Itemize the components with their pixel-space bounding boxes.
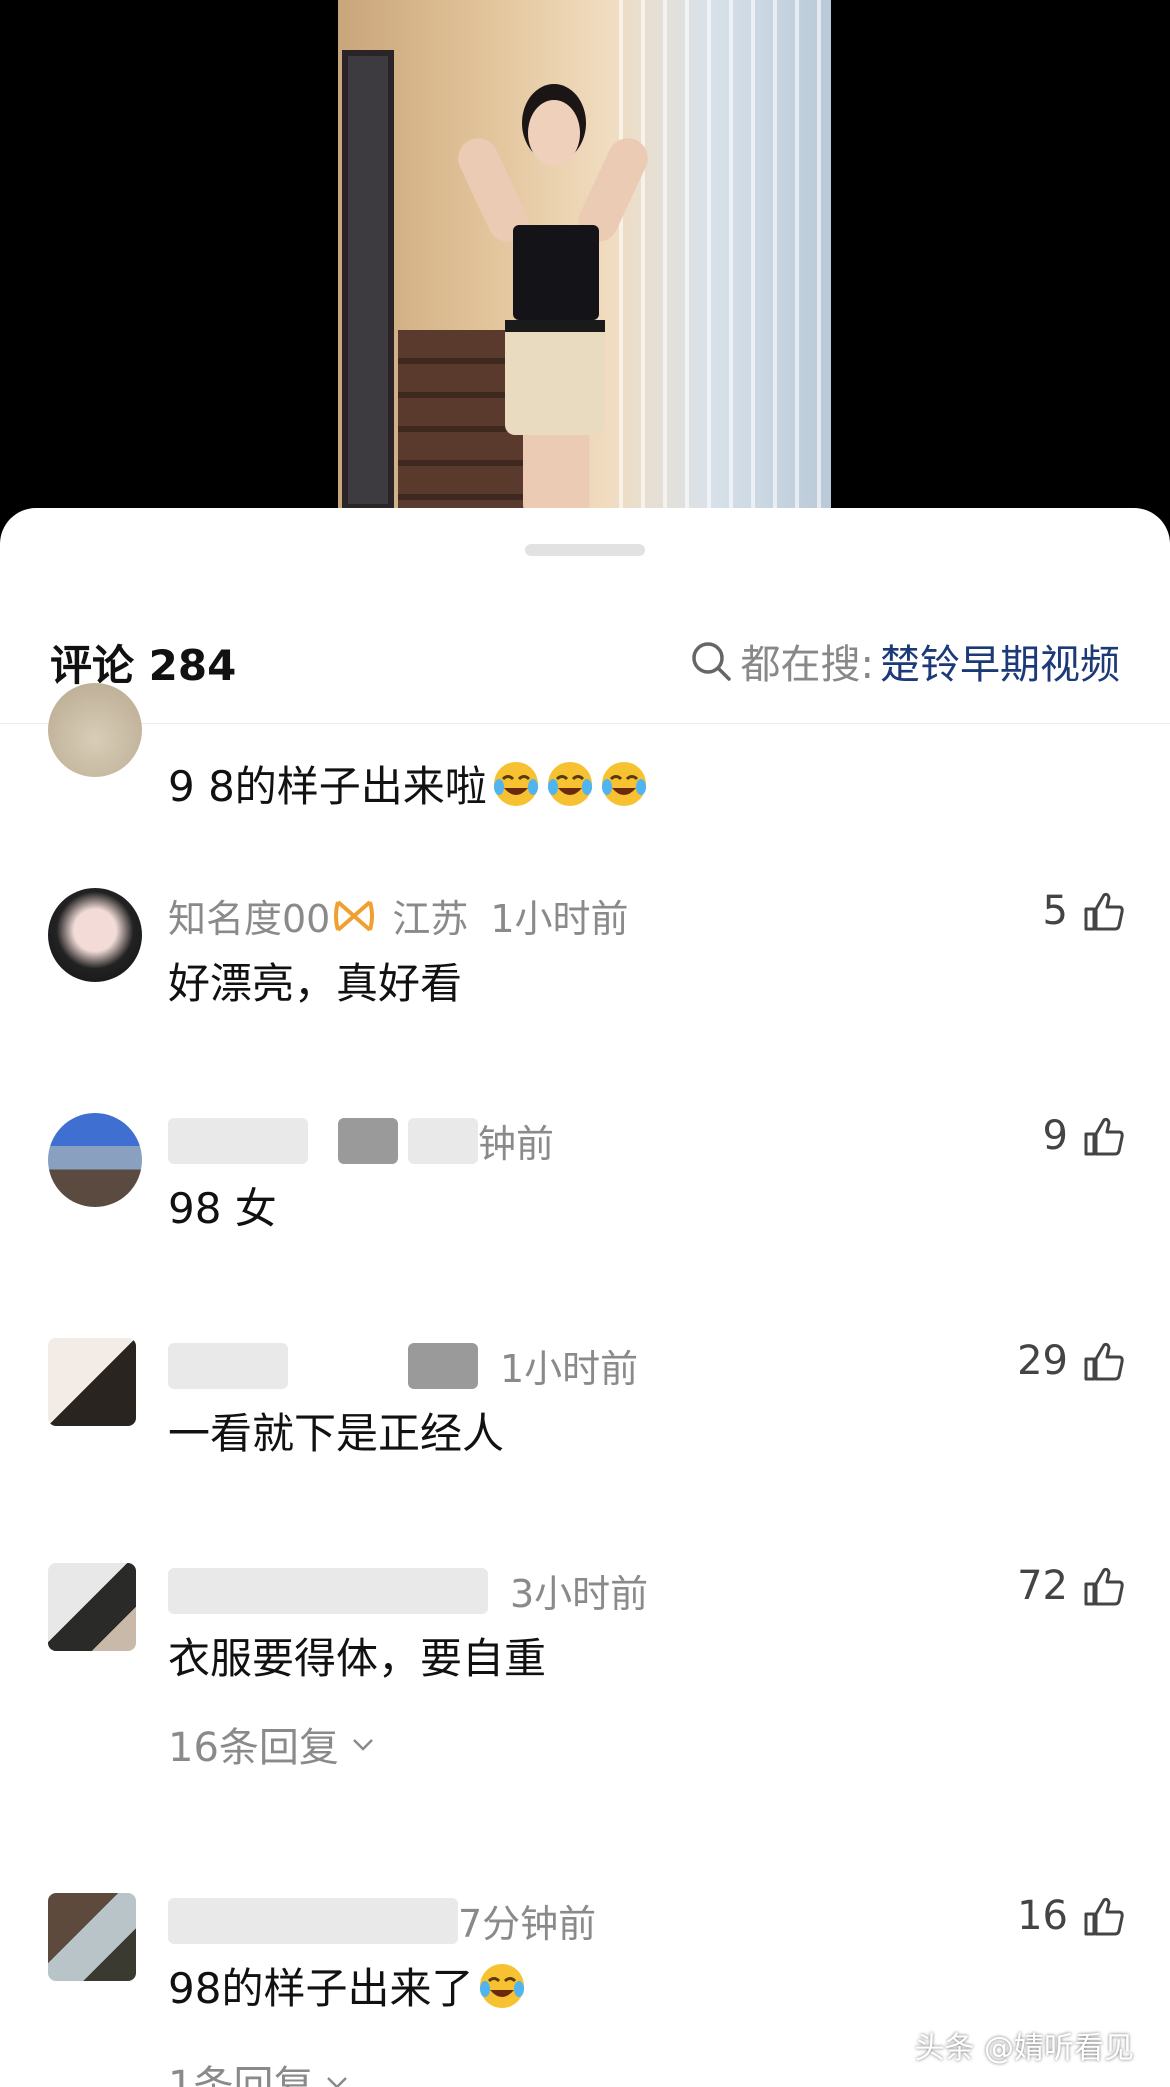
search-icon <box>691 642 731 681</box>
hot-search[interactable]: 都在搜: 楚铃早期视频 <box>689 632 1120 690</box>
comment-meta: 钟前 <box>168 1113 554 1168</box>
search-prefix: 都在搜: <box>740 642 874 688</box>
comment-text: 98 女 <box>168 1184 277 1233</box>
watermark: 头条 @婧听看见 <box>914 2031 1134 2066</box>
comment-text: 9 8的样子出来啦 <box>168 753 649 814</box>
laughing-crying-emoji-icon <box>480 1963 525 2008</box>
redacted-info <box>408 1117 478 1164</box>
comment-count-title: 评论 284 <box>50 641 237 690</box>
avatar[interactable] <box>48 683 142 777</box>
timestamp: 1小时前 <box>500 1347 639 1391</box>
like-count: 5 <box>1042 888 1068 934</box>
like-button[interactable]: 16 <box>1017 1893 1126 1939</box>
redacted-info <box>408 1342 478 1389</box>
redacted-username <box>168 1567 488 1614</box>
comment-meta: 1小时前 <box>168 1338 638 1393</box>
thumbs-up-icon <box>1084 1567 1124 1606</box>
avatar[interactable] <box>48 888 142 982</box>
avatar[interactable] <box>48 1893 136 1981</box>
like-count: 9 <box>1042 1113 1068 1159</box>
comment-text: 衣服要得体，要自重 <box>168 1634 547 1683</box>
timestamp: 3小时前 <box>510 1572 649 1616</box>
comment-text: 一看就下是正经人 <box>168 1409 505 1458</box>
comment-header: 评论 284 都在搜: 楚铃早期视频 <box>0 508 1170 724</box>
comment-meta: 7分钟前 <box>168 1893 596 1948</box>
comment-meta: 知名度00 江苏 1小时前 <box>168 888 629 943</box>
timestamp: 7分钟前 <box>458 1902 597 1946</box>
chevron-down-icon <box>353 1739 373 1751</box>
thumbs-up-icon <box>1084 1342 1124 1381</box>
comment-sheet: 评论 284 都在搜: 楚铃早期视频 9 8的样子出来啦 知名度00 江苏 1小… <box>0 508 1170 2087</box>
redacted-username <box>168 1897 458 1944</box>
view-replies-button[interactable]: 16条回复 <box>168 1715 377 1773</box>
redacted-info <box>338 1117 398 1164</box>
timestamp: 1小时前 <box>490 897 629 941</box>
video-player[interactable] <box>0 0 1170 520</box>
redacted-username <box>168 1117 308 1164</box>
location: 江苏 <box>392 897 469 941</box>
avatar[interactable] <box>48 1113 142 1207</box>
video-frame <box>338 0 831 510</box>
chevron-down-icon <box>327 2077 348 2087</box>
thumbs-up-icon <box>1084 1117 1124 1156</box>
avatar[interactable] <box>48 1563 136 1651</box>
timestamp: 钟前 <box>478 1122 555 1166</box>
search-keyword[interactable]: 楚铃早期视频 <box>880 632 1120 690</box>
thumbs-up-icon <box>1084 1897 1124 1936</box>
comment-text: 98的样子出来了 <box>168 1955 527 2016</box>
comment-text: 好漂亮，真好看 <box>168 959 463 1008</box>
username[interactable]: 知名度00 <box>168 888 330 943</box>
redacted-username <box>168 1342 288 1389</box>
comment-meta: 3小时前 <box>168 1563 648 1618</box>
like-count: 29 <box>1017 1338 1068 1384</box>
laughing-crying-emoji-icon <box>493 761 538 806</box>
like-button[interactable]: 5 <box>1043 888 1126 934</box>
view-replies-button[interactable]: 1条回复 <box>168 2053 351 2087</box>
laughing-crying-emoji-icon <box>601 761 646 806</box>
like-button[interactable]: 9 <box>1043 1113 1126 1159</box>
fan-badge-icon <box>334 899 375 932</box>
like-count: 16 <box>1017 1893 1068 1939</box>
like-button[interactable]: 72 <box>1017 1563 1126 1609</box>
thumbs-up-icon <box>1084 892 1124 931</box>
avatar[interactable] <box>48 1338 136 1426</box>
replies-label: 1条回复 <box>168 2063 314 2087</box>
replies-label: 16条回复 <box>168 1725 339 1771</box>
laughing-crying-emoji-icon <box>547 761 592 806</box>
like-count: 72 <box>1017 1563 1068 1609</box>
like-button[interactable]: 29 <box>1017 1338 1126 1384</box>
